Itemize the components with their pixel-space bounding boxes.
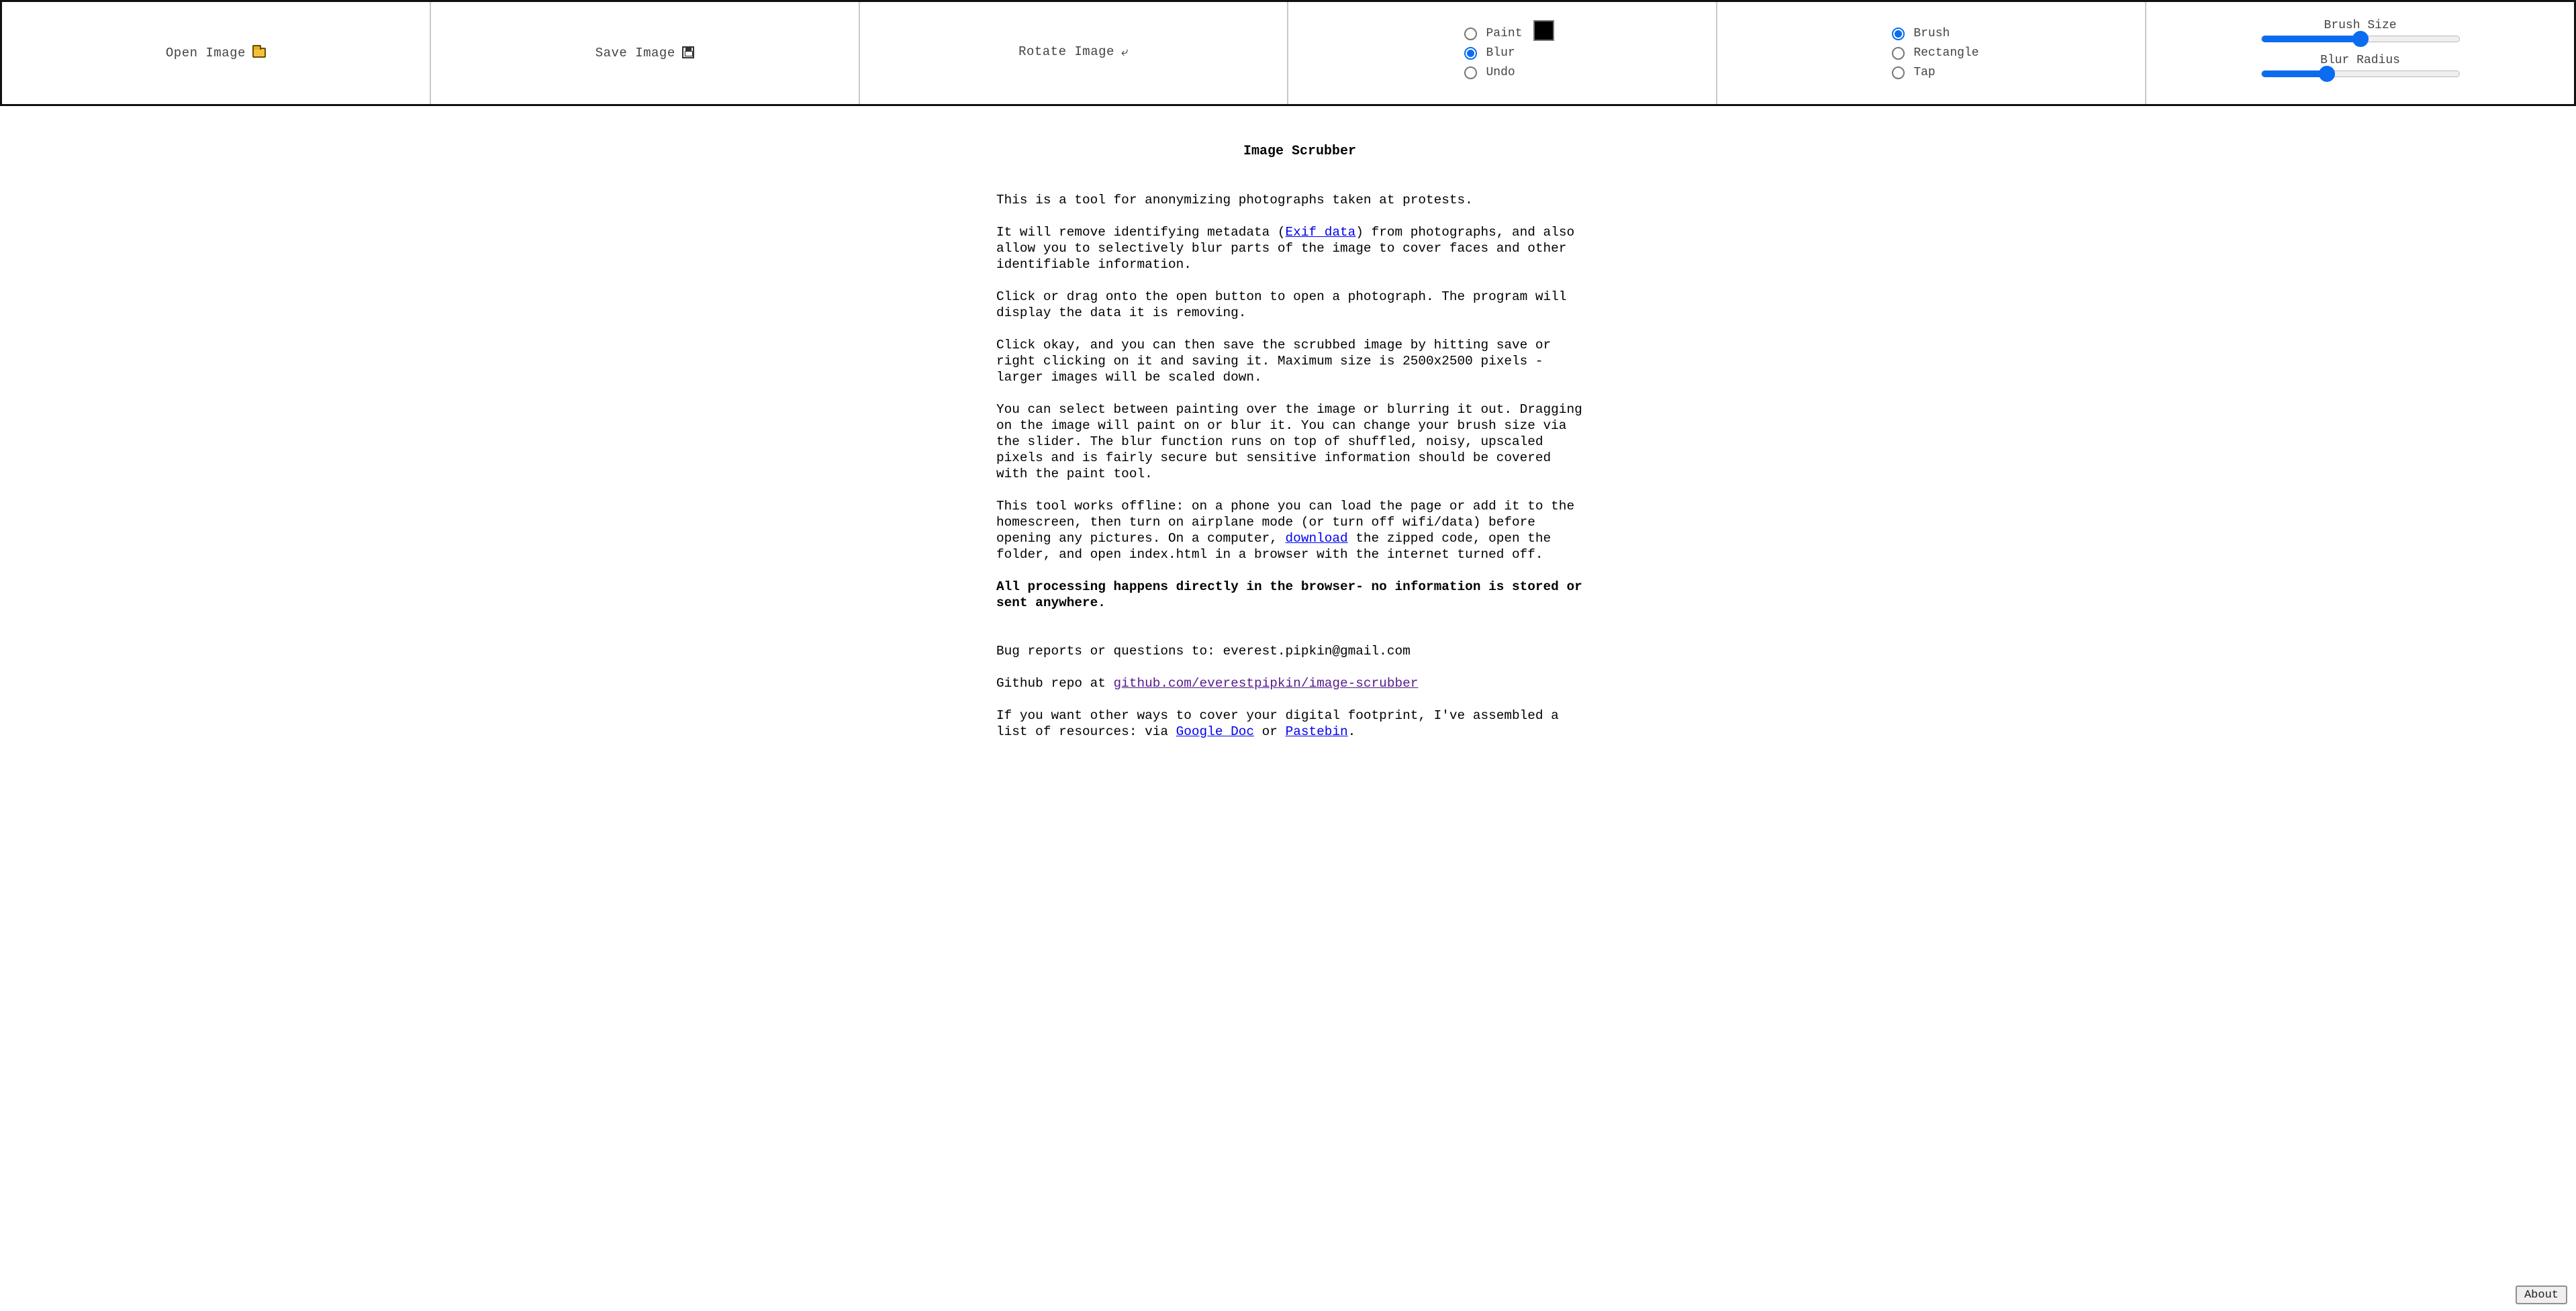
resources-text-mid: or — [1254, 724, 1286, 739]
blur-radius-thumb[interactable] — [2318, 66, 2335, 82]
undo-label: Undo — [1486, 66, 1515, 79]
open-image-cell: Open Image — [2, 2, 431, 104]
toolbar: Open Image Save Image Rotate Image ⤶ Pai… — [0, 0, 2576, 106]
github-text-before: Github repo at — [996, 676, 1114, 691]
privacy-paragraph: All processing happens directly in the b… — [996, 579, 1582, 610]
github-link[interactable]: github.com/everestpipkin/image-scrubber — [1114, 676, 1419, 691]
blur-radius-label: Blur Radius — [2320, 54, 2400, 67]
paint-label: Paint — [1486, 27, 1523, 40]
intro-paragraph: This is a tool for anonymizing photograp… — [996, 193, 1473, 207]
shape-option-brush[interactable]: Brush — [1892, 26, 1978, 42]
rotate-image-label: Rotate Image — [1018, 44, 1114, 59]
floppy-disk-icon — [681, 46, 694, 58]
mode-option-paint[interactable]: Paint — [1464, 19, 1554, 42]
rotate-image-cell: Rotate Image ⤶ — [860, 2, 1289, 104]
mode-cell: Paint Blur Undo — [1288, 2, 1718, 104]
open-image-button[interactable]: Open Image — [2, 2, 430, 104]
folder-icon — [252, 44, 266, 58]
open-image-label: Open Image — [165, 46, 246, 60]
shape-option-tap[interactable]: Tap — [1892, 64, 1978, 81]
rectangle-radio[interactable] — [1892, 46, 1905, 60]
shape-option-rectangle[interactable]: Rectangle — [1892, 45, 1979, 61]
sliders-cell: Brush Size Blur Radius — [2146, 2, 2574, 104]
rotate-icon: ⤶ — [1120, 44, 1129, 59]
brush-size-slider[interactable] — [2260, 31, 2460, 47]
mode-option-undo[interactable]: Undo — [1464, 64, 1554, 81]
brush-size-thumb[interactable] — [2352, 31, 2369, 47]
google-doc-link[interactable]: Google Doc — [1176, 724, 1254, 739]
blur-label: Blur — [1486, 46, 1515, 60]
shape-radio-group: Brush Rectangle Tap — [1892, 26, 1979, 81]
exif-paragraph: It will remove identifying metadata (Exi… — [996, 224, 1587, 273]
download-link[interactable]: download — [1286, 531, 1348, 546]
blur-radius-fill — [2261, 70, 2327, 77]
open-paragraph: Click or drag onto the open button to op… — [996, 289, 1567, 320]
tap-radio[interactable] — [1892, 66, 1905, 79]
brush-size-fill — [2261, 36, 2360, 42]
paint-color-swatch[interactable] — [1533, 19, 1554, 41]
pastebin-link[interactable]: Pastebin — [1286, 724, 1348, 739]
rectangle-label: Rectangle — [1913, 46, 1979, 60]
exif-data-link[interactable]: Exif data — [1286, 225, 1356, 240]
shape-cell: Brush Rectangle Tap — [1717, 2, 2147, 104]
save-paragraph: Click okay, and you can then save the sc… — [996, 338, 1552, 385]
offline-paragraph: This tool works offline: on a phone you … — [996, 498, 1587, 563]
undo-radio[interactable] — [1464, 66, 1478, 79]
mode-option-blur[interactable]: Blur — [1464, 45, 1554, 61]
mode-radio-group: Paint Blur Undo — [1464, 19, 1554, 81]
exif-text-before: It will remove identifying metadata ( — [996, 225, 1286, 240]
rotate-image-button[interactable]: Rotate Image ⤶ — [860, 0, 1288, 104]
blur-radius-block: Blur Radius — [2146, 53, 2574, 82]
save-image-cell: Save Image — [431, 2, 860, 104]
blur-radius-slider[interactable] — [2260, 66, 2460, 82]
about-button[interactable]: About — [2516, 1285, 2567, 1304]
bug-reports-paragraph: Bug reports or questions to: everest.pip… — [996, 644, 1411, 659]
github-paragraph: Github repo at github.com/everestpipkin/… — [996, 675, 1587, 691]
paint-radio[interactable] — [1464, 27, 1478, 40]
brush-label: Brush — [1913, 27, 1950, 40]
resources-paragraph: If you want other ways to cover your dig… — [996, 708, 1587, 740]
resources-text-after: . — [1347, 724, 1356, 739]
save-image-button[interactable]: Save Image — [431, 2, 859, 104]
page-title: Image Scrubber — [1243, 144, 1357, 159]
blur-radio[interactable] — [1464, 46, 1478, 60]
tap-label: Tap — [1913, 66, 1936, 79]
main-content: Image Scrubber This is a tool for anonym… — [996, 144, 1587, 756]
paint-blur-paragraph: You can select between painting over the… — [996, 402, 1582, 481]
brush-radio[interactable] — [1892, 27, 1905, 40]
brush-size-block: Brush Size — [2146, 18, 2574, 47]
save-image-label: Save Image — [595, 46, 675, 60]
